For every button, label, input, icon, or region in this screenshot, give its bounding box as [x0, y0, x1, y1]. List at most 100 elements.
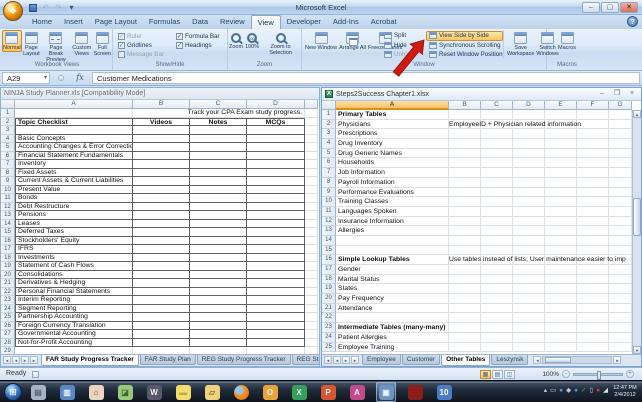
row-number[interactable]: 15 — [322, 245, 336, 256]
cell[interactable]: Segment Reporting — [15, 304, 133, 313]
cell[interactable] — [545, 168, 577, 178]
cell[interactable] — [449, 226, 481, 236]
cell[interactable] — [513, 332, 545, 343]
child-minimize-icon[interactable]: – — [596, 88, 608, 100]
tray-clipboard-icon[interactable]: ▯ — [589, 386, 593, 396]
cell[interactable] — [545, 342, 577, 353]
cell[interactable] — [449, 110, 481, 120]
cell[interactable] — [481, 168, 513, 178]
taskbar-notes-app-button[interactable]: ▤ — [28, 382, 48, 402]
cell[interactable] — [133, 236, 190, 245]
cell[interactable] — [513, 274, 545, 285]
cell[interactable] — [545, 139, 577, 149]
row-number[interactable]: 28 — [1, 338, 15, 347]
zoom-level[interactable]: 100% — [542, 371, 559, 378]
cell[interactable] — [545, 284, 577, 295]
cell[interactable] — [513, 177, 545, 188]
maximize-icon[interactable]: ▢ — [601, 2, 619, 13]
horizontal-scroll-thumb[interactable] — [545, 357, 572, 364]
ribbon-tab-review[interactable]: Review — [214, 15, 251, 29]
cell[interactable] — [513, 226, 545, 236]
cell[interactable] — [305, 109, 318, 118]
tab-prev-icon[interactable]: ◄ — [333, 356, 341, 365]
cell[interactable]: Videos — [133, 117, 190, 126]
cell[interactable] — [545, 187, 577, 198]
row-number[interactable]: 21 — [322, 303, 336, 314]
cell[interactable] — [190, 287, 247, 296]
cell[interactable] — [545, 206, 577, 217]
taskbar-excel-button[interactable]: X — [289, 382, 309, 402]
row-number[interactable]: 7 — [1, 160, 15, 169]
cell[interactable]: Deferred Taxes — [15, 228, 133, 237]
scroll-left-icon[interactable]: ◄ — [533, 356, 542, 365]
row-number[interactable]: 9 — [1, 177, 15, 186]
column-header-g[interactable]: G — [609, 101, 632, 110]
taskbar-active-window-button[interactable]: ▣ — [376, 382, 396, 402]
column-header-d[interactable]: D — [513, 101, 545, 110]
cell[interactable] — [481, 197, 513, 207]
cell[interactable] — [513, 294, 545, 304]
row-number[interactable]: 22 — [1, 287, 15, 296]
row-number[interactable]: 8 — [1, 168, 15, 177]
horizontal-scrollbar[interactable]: ◄ ► — [533, 356, 622, 365]
cell[interactable] — [133, 160, 190, 169]
cell[interactable] — [577, 187, 609, 198]
cell[interactable]: Consolidations — [15, 270, 133, 279]
cell[interactable] — [609, 226, 632, 236]
cell[interactable] — [305, 338, 318, 347]
cell[interactable] — [190, 279, 247, 288]
sheet-tab-customer[interactable]: Customer — [401, 355, 441, 366]
cell[interactable]: Leases — [15, 219, 133, 228]
cell[interactable] — [481, 303, 513, 314]
cell[interactable] — [577, 294, 609, 304]
cell[interactable] — [449, 139, 481, 149]
cell[interactable] — [577, 235, 609, 246]
cell[interactable] — [577, 245, 609, 256]
zoom-in-icon[interactable]: + — [626, 370, 634, 378]
scroll-up-icon[interactable]: ▲ — [633, 110, 641, 118]
tab-prev-icon[interactable]: ◄ — [12, 356, 20, 365]
minimize-icon[interactable]: – — [582, 2, 600, 13]
row-number[interactable]: 14 — [1, 219, 15, 228]
sheet-tab-far-study-plan[interactable]: FAR Study Plan — [139, 355, 196, 366]
vertical-scrollbar[interactable]: ▲ ▼ — [632, 110, 641, 354]
page-break-view-shortcut-icon[interactable]: ◫ — [504, 370, 515, 379]
row-number[interactable]: 26 — [1, 321, 15, 330]
row-number[interactable]: 24 — [1, 304, 15, 313]
cell[interactable] — [545, 274, 577, 285]
cell[interactable] — [15, 126, 133, 135]
cell[interactable] — [305, 279, 318, 288]
row-number[interactable]: 9 — [322, 187, 336, 198]
cell[interactable] — [481, 323, 513, 333]
ribbon-tab-formulas[interactable]: Formulas — [143, 15, 186, 29]
normal-button[interactable]: Normal — [2, 30, 22, 52]
cell[interactable] — [449, 265, 481, 275]
taskbar-home-finance-button[interactable]: ⌂ — [86, 382, 106, 402]
cell[interactable] — [449, 342, 481, 353]
cell[interactable] — [133, 219, 190, 228]
cell[interactable]: Pensions — [15, 211, 133, 220]
row-number[interactable]: 22 — [322, 313, 336, 324]
cell[interactable] — [545, 245, 577, 256]
cell[interactable]: Training Classes — [336, 197, 449, 207]
row-number[interactable]: 16 — [1, 236, 15, 245]
cell[interactable]: Languages Spoken — [336, 206, 449, 217]
cell[interactable] — [609, 245, 632, 256]
cell[interactable] — [577, 197, 609, 207]
formula-bar-checkbox[interactable]: ✓ Formula Bar — [176, 32, 220, 41]
cell[interactable] — [609, 197, 632, 207]
cell[interactable] — [513, 265, 545, 275]
horizontal-scroll-track[interactable] — [542, 356, 613, 365]
cell[interactable]: Interim Reporting — [15, 296, 133, 305]
right-workbook-title[interactable]: X Steps2Success Chapter1.xlsx – ❐ × — [322, 88, 641, 101]
cell[interactable] — [609, 168, 632, 178]
row-number[interactable]: 17 — [322, 265, 336, 275]
ribbon-tab-data[interactable]: Data — [186, 15, 214, 29]
cell[interactable] — [545, 197, 577, 207]
cell[interactable] — [545, 129, 577, 140]
cell[interactable] — [305, 262, 318, 271]
tray-help-center-icon[interactable]: ● — [559, 386, 563, 396]
cell[interactable] — [247, 134, 305, 143]
cell[interactable]: Primary Tables — [336, 110, 449, 120]
cell[interactable] — [481, 313, 513, 324]
